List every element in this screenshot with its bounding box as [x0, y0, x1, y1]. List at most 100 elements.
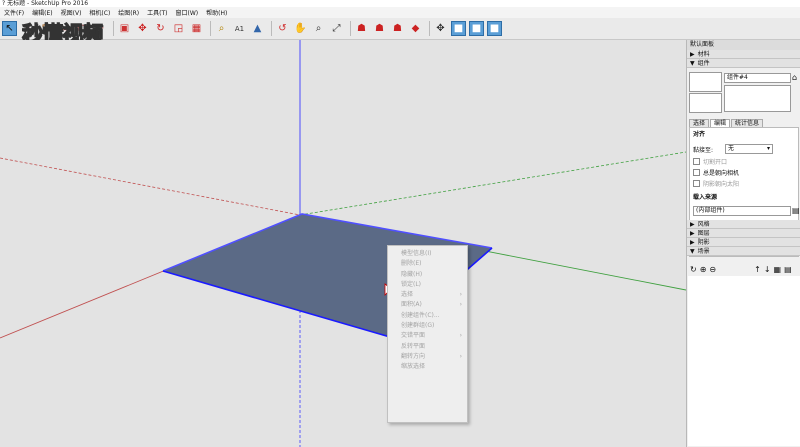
- load-from-label: 载入来源: [693, 194, 718, 201]
- red-axis-dashed: [0, 157, 301, 216]
- component-preview-lower: [689, 93, 722, 113]
- position-camera-icon[interactable]: ✥: [433, 21, 448, 36]
- menu-edit[interactable]: 编辑(E): [28, 8, 56, 17]
- rotate-icon[interactable]: ↻: [153, 21, 168, 36]
- home-icon[interactable]: ⌂: [792, 73, 797, 82]
- section-scenes[interactable]: ▼ 场景: [687, 247, 800, 256]
- scale-icon[interactable]: ◲: [171, 21, 186, 36]
- context-menu-item[interactable]: 创建群组(G): [388, 321, 467, 331]
- face-camera-label: 总是朝向相机: [703, 170, 740, 177]
- menu-item-label: 创建群组(G): [401, 322, 435, 330]
- glue-to-row: 黏接至: 无 ▾: [693, 144, 774, 154]
- menu-camera[interactable]: 相机(C): [85, 8, 114, 17]
- text-icon[interactable]: A1: [232, 21, 247, 36]
- context-menu-item[interactable]: 交错平面 ›: [388, 331, 467, 341]
- face-sun-row[interactable]: 阴影朝向太阳: [693, 179, 739, 188]
- remove-scene-icon[interactable]: ⊖: [709, 265, 716, 274]
- components-icon[interactable]: ☗: [372, 21, 387, 36]
- move-scene-up-icon[interactable]: ↑: [754, 265, 761, 274]
- pan-icon[interactable]: ✋: [293, 21, 308, 36]
- scene-view-icon[interactable]: ▦: [774, 265, 782, 274]
- zoom-extents-icon[interactable]: ⤢: [329, 21, 344, 36]
- context-menu-item[interactable]: 选择 ›: [388, 290, 467, 300]
- offset-icon[interactable]: ▦: [189, 21, 204, 36]
- menu-help[interactable]: 帮助(H): [202, 8, 231, 17]
- menu-view[interactable]: 视图(V): [57, 8, 86, 17]
- section-label: 阴影: [697, 239, 710, 246]
- glue-value: 无: [728, 145, 735, 152]
- expanded-arrow-icon: ▼: [690, 248, 695, 255]
- section-label: 风格: [697, 221, 710, 228]
- top-view-icon[interactable]: ■: [469, 21, 484, 36]
- load-source-field[interactable]: (内部组件): [693, 206, 791, 216]
- orbit-icon[interactable]: ↺: [275, 21, 290, 36]
- move-icon[interactable]: ✥: [135, 21, 150, 36]
- load-folder-icon[interactable]: ▤: [792, 206, 800, 215]
- scene-details-icon[interactable]: ▤: [784, 265, 792, 274]
- collapsed-arrow-icon: ▶: [690, 221, 695, 228]
- align-label: 对齐: [693, 131, 706, 138]
- toolbar-separator: [210, 21, 211, 36]
- extension-icon[interactable]: ☗: [390, 21, 405, 36]
- menu-item-label: 隐藏(H): [401, 270, 423, 278]
- menu-item-label: 翻转方向: [401, 352, 426, 360]
- component-thumbnail: [689, 72, 722, 92]
- toolbar-separator: [429, 21, 430, 36]
- menu-item-label: 删除(E): [401, 260, 422, 268]
- component-description-field[interactable]: [724, 85, 791, 112]
- toolbar-separator: [350, 21, 351, 36]
- scene-list[interactable]: [688, 276, 800, 446]
- zoom-icon[interactable]: ⌕: [311, 21, 326, 36]
- menu-file[interactable]: 文件(F): [0, 8, 28, 17]
- collapsed-arrow-icon: ▶: [690, 239, 695, 246]
- face-camera-checkbox[interactable]: [693, 169, 700, 176]
- context-menu-item[interactable]: 创建组件(C)...: [388, 311, 467, 321]
- ruby-icon[interactable]: ◆: [408, 21, 423, 36]
- cut-opening-label: 切割开口: [703, 159, 728, 166]
- submenu-arrow-icon: ›: [459, 301, 462, 309]
- menu-bar: 文件(F) 编辑(E) 视图(V) 相机(C) 绘图(R) 工具(T) 窗口(W…: [0, 7, 800, 18]
- context-menu-item[interactable]: 反转平面: [388, 342, 467, 352]
- scene-canvas[interactable]: [0, 40, 686, 447]
- menu-draw[interactable]: 绘图(R): [114, 8, 143, 17]
- warehouse-icon[interactable]: ☗: [354, 21, 369, 36]
- face-camera-row[interactable]: 总是朝向相机: [693, 168, 739, 177]
- menu-item-label: 创建组件(C)...: [401, 311, 440, 319]
- toolbar-separator: [271, 21, 272, 36]
- context-menu-item[interactable]: 删除(E): [388, 259, 467, 269]
- component-name-field[interactable]: 组件#4: [724, 73, 791, 83]
- paint-bucket-icon[interactable]: ▲: [250, 21, 265, 36]
- move-scene-down-icon[interactable]: ↓: [764, 265, 771, 274]
- menu-window[interactable]: 窗口(W): [172, 8, 203, 17]
- glue-label: 黏接至:: [693, 146, 714, 154]
- section-materials[interactable]: ▶ 材料: [687, 50, 800, 59]
- cut-opening-row[interactable]: 切割开口: [693, 157, 727, 166]
- add-scene-icon[interactable]: ⊕: [700, 265, 707, 274]
- section-label: 材料: [697, 51, 710, 58]
- context-menu-item[interactable]: 面积(A) ›: [388, 300, 467, 310]
- section-shadows[interactable]: ▶ 阴影: [687, 238, 800, 247]
- menu-tools[interactable]: 工具(T): [143, 8, 171, 17]
- context-menu-item[interactable]: 翻转方向 ›: [388, 352, 467, 362]
- iso-view-icon[interactable]: ■: [451, 21, 466, 36]
- select-arrow-icon[interactable]: ↖: [2, 21, 17, 36]
- cut-opening-checkbox[interactable]: [693, 158, 700, 165]
- context-menu-item[interactable]: 模型信息(I): [388, 249, 467, 259]
- align-heading: 对齐: [693, 129, 705, 138]
- modeling-viewport[interactable]: [0, 40, 686, 447]
- context-menu-item[interactable]: 缩放选择: [388, 362, 467, 372]
- section-components[interactable]: ▼ 组件: [687, 59, 800, 68]
- context-menu-item[interactable]: 锁定(L): [388, 280, 467, 290]
- refresh-scene-icon[interactable]: ↻: [690, 265, 697, 274]
- section-styles[interactable]: ▶ 风格: [687, 220, 800, 229]
- face-sun-checkbox[interactable]: [693, 180, 700, 187]
- push-pull-icon[interactable]: ▣: [117, 21, 132, 36]
- menu-item-label: 模型信息(I): [401, 250, 432, 257]
- load-from-heading: 载入来源: [693, 192, 717, 201]
- front-view-icon[interactable]: ■: [487, 21, 502, 36]
- section-layers[interactable]: ▶ 图层: [687, 229, 800, 238]
- context-menu-item[interactable]: 隐藏(H): [388, 270, 467, 280]
- glue-to-select[interactable]: 无 ▾: [725, 144, 774, 154]
- tape-measure-icon[interactable]: ⌕: [214, 21, 229, 36]
- expanded-arrow-icon: ▼: [690, 60, 695, 67]
